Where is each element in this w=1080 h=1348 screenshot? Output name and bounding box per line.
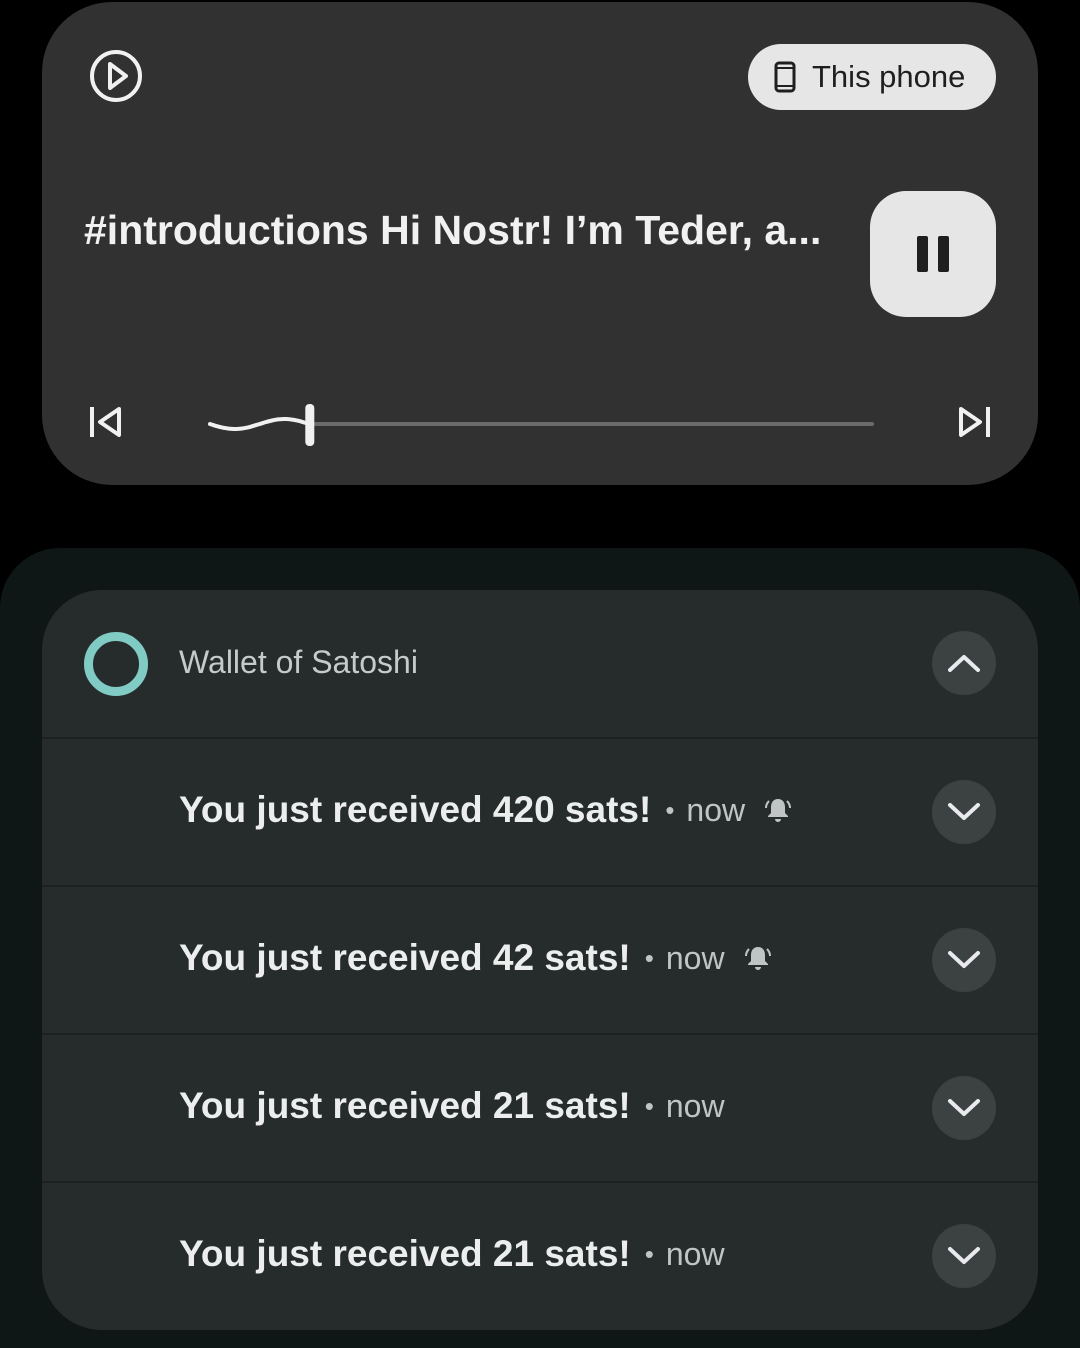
wallet-app-icon (84, 632, 148, 696)
pause-icon (917, 236, 949, 272)
notification-group: Wallet of Satoshi You just received 420 … (42, 590, 1038, 1330)
separator-dot: • (644, 1090, 654, 1121)
notification-time: now (665, 939, 725, 976)
collapse-button[interactable] (932, 631, 996, 695)
expand-button[interactable] (932, 928, 996, 992)
seek-progress-wave (208, 417, 310, 431)
notification-title: You just received 21 sats! (179, 1085, 631, 1126)
separator-dot: • (665, 794, 675, 825)
notification-title: You just received 420 sats! (179, 789, 652, 830)
bell-icon (744, 947, 771, 970)
phone-icon (774, 61, 796, 93)
notification-row[interactable]: You just received 42 sats! • now (42, 885, 1038, 1032)
notification-title: You just received 21 sats! (179, 1233, 631, 1274)
pause-button[interactable] (870, 191, 996, 317)
chevron-down-icon (948, 951, 980, 968)
skip-next-icon[interactable] (954, 402, 994, 442)
notification-time: now (665, 1087, 725, 1124)
output-device-label: This phone (812, 59, 966, 94)
notification-row[interactable]: You just received 21 sats! • now (42, 1181, 1038, 1328)
chevron-down-icon (948, 1099, 980, 1116)
expand-button[interactable] (932, 780, 996, 844)
output-device-chip[interactable]: This phone (748, 44, 996, 110)
app-name: Wallet of Satoshi (179, 644, 418, 680)
notification-group-header[interactable]: Wallet of Satoshi (42, 590, 1038, 737)
notification-row[interactable]: You just received 21 sats! • now (42, 1033, 1038, 1180)
separator-dot: • (644, 1238, 654, 1269)
seek-bar[interactable] (206, 402, 876, 448)
expand-button[interactable] (932, 1224, 996, 1288)
seek-thumb (305, 404, 315, 446)
notification-time: now (665, 1235, 725, 1272)
media-title: #introductions Hi Nostr! I’m Teder, a... (84, 207, 822, 253)
chevron-up-icon (948, 655, 980, 672)
bell-icon (765, 799, 792, 822)
play-circle-icon[interactable] (88, 48, 144, 104)
chevron-down-icon (948, 803, 980, 820)
separator-dot: • (644, 942, 654, 973)
media-player-card: This phone #introductions Hi Nostr! I’m … (42, 2, 1038, 485)
chevron-down-icon (948, 1247, 980, 1264)
notification-title: You just received 42 sats! (179, 937, 631, 978)
notification-row[interactable]: You just received 420 sats! • now (42, 737, 1038, 884)
expand-button[interactable] (932, 1076, 996, 1140)
notification-time: now (686, 791, 746, 828)
skip-previous-icon[interactable] (86, 402, 126, 442)
